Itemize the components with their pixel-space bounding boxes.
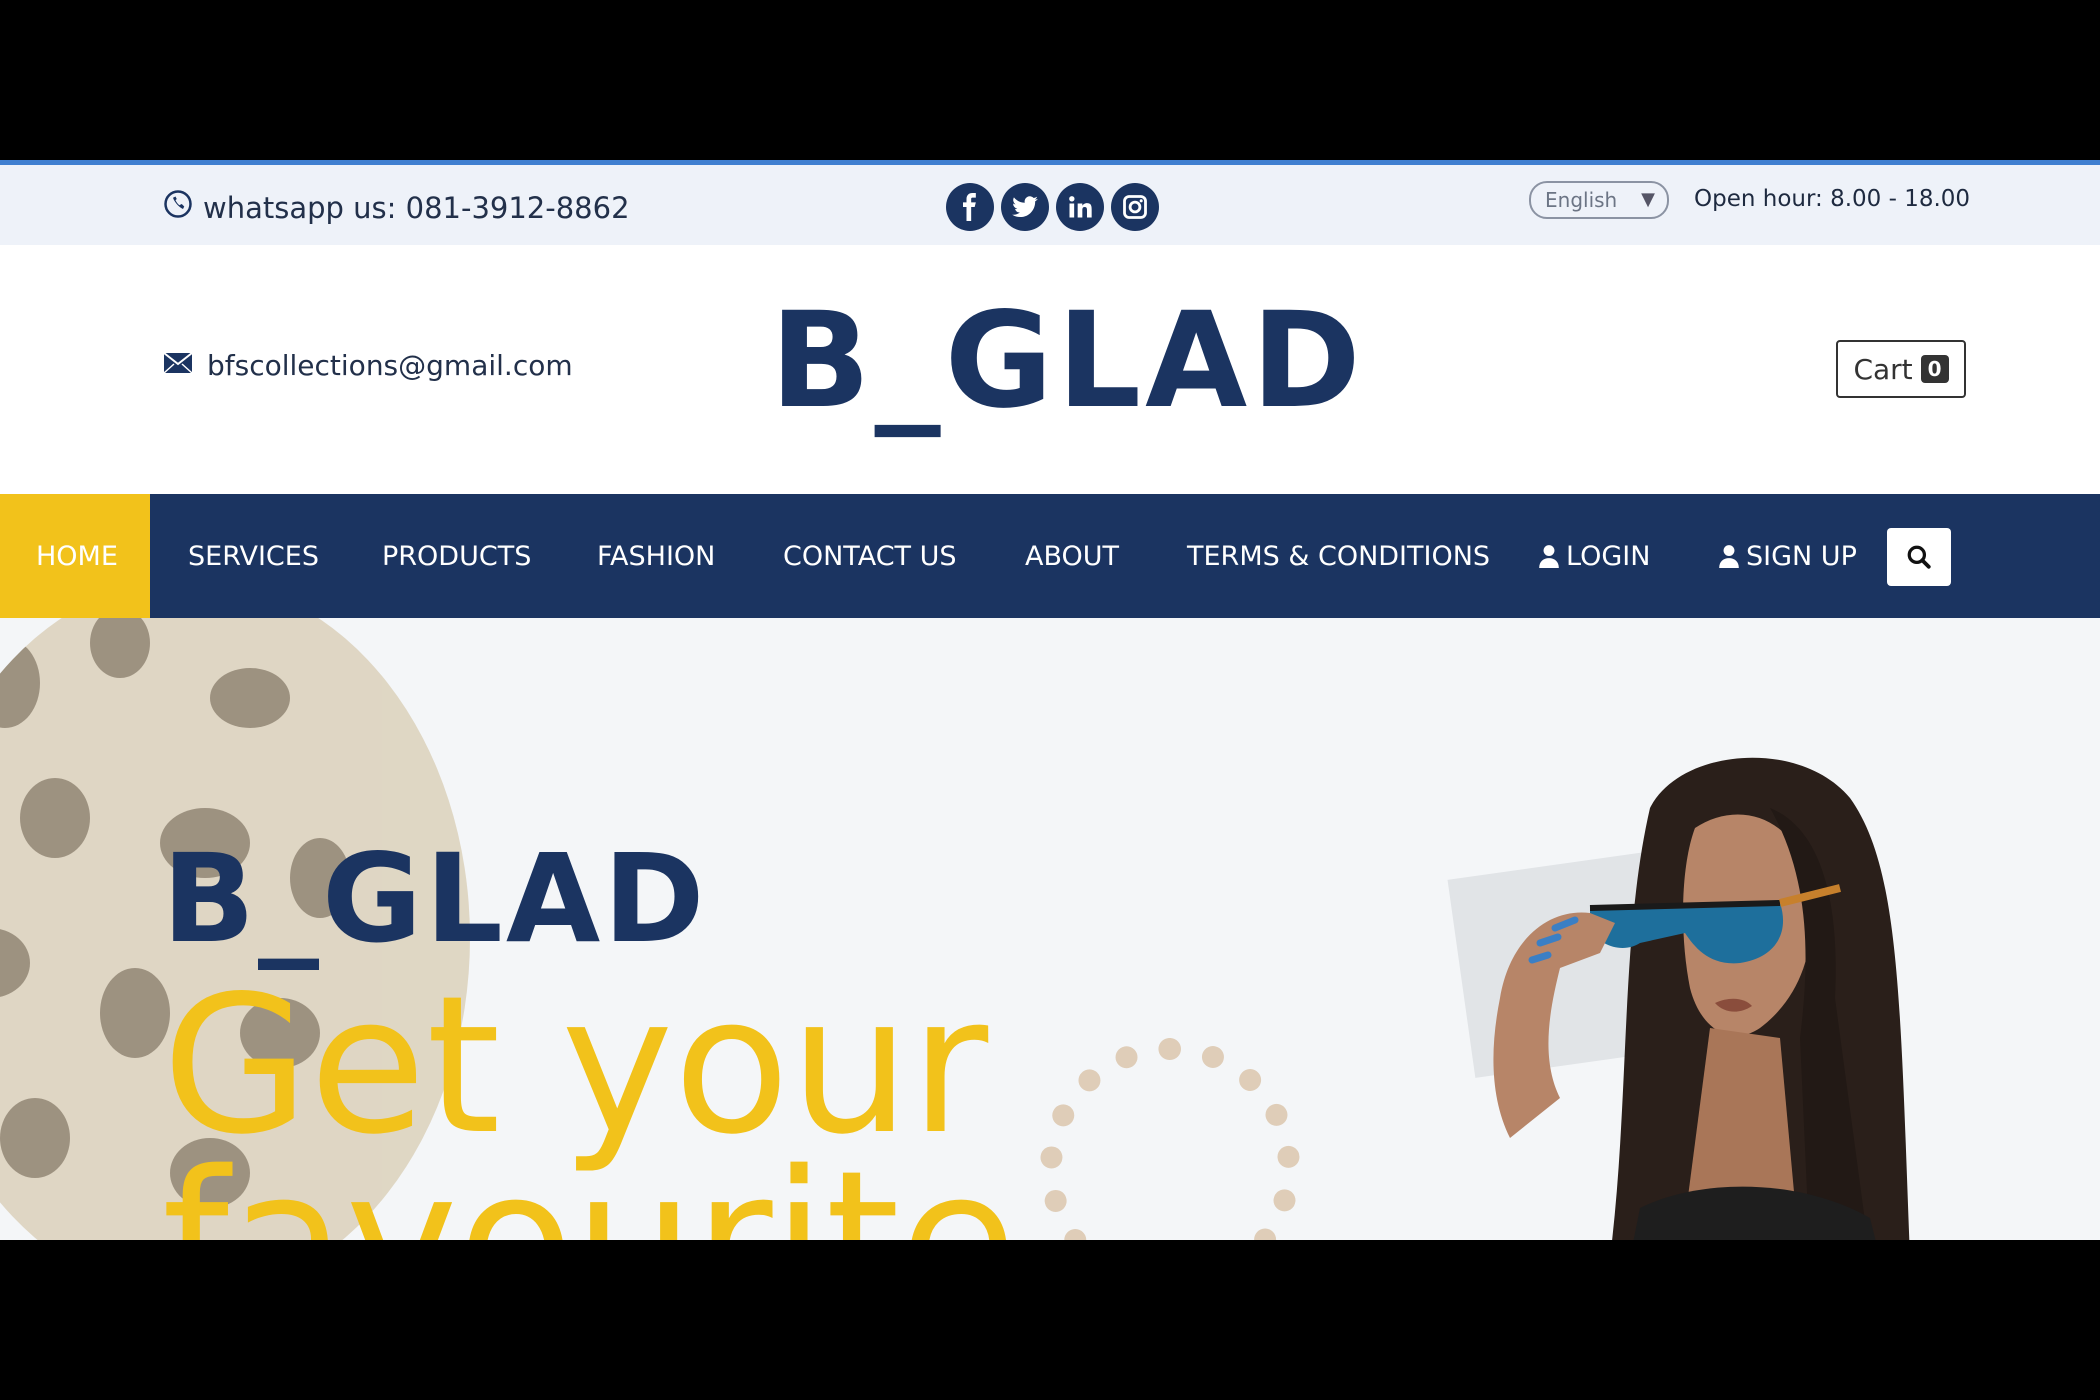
hero-headline: Get your favourite <box>162 955 1017 1241</box>
bead-bracelet-decoration <box>1040 1038 1300 1240</box>
cart-button[interactable]: Cart 0 <box>1836 340 1966 398</box>
search-button[interactable] <box>1887 528 1951 586</box>
nav-terms-conditions[interactable]: TERMS & CONDITIONS <box>1187 494 1490 618</box>
nav-about-label: ABOUT <box>1025 540 1120 572</box>
nav-contact-us-label: CONTACT US <box>783 540 957 572</box>
open-hours: Open hour: 8.00 - 18.00 <box>1694 186 1971 212</box>
nav-login-label: LOGIN <box>1566 540 1651 572</box>
model-with-sunglasses-image <box>1493 757 1910 1240</box>
nav-contact-us[interactable]: CONTACT US <box>783 494 957 618</box>
envelope-icon <box>163 349 193 382</box>
linkedin-icon[interactable] <box>1056 183 1104 231</box>
social-links <box>946 183 1159 231</box>
top-bar: whatsapp us: 081-3912-8862 English ▼ Ope… <box>0 160 2100 245</box>
cart-count-badge: 0 <box>1920 355 1949 383</box>
cart-label: Cart <box>1853 352 1913 386</box>
nav-sign-up[interactable]: SIGN UP <box>1718 494 1857 618</box>
nav-products[interactable]: PRODUCTS <box>382 494 531 618</box>
phone-icon <box>163 189 193 226</box>
letterbox-top <box>0 0 2100 160</box>
nav-about[interactable]: ABOUT <box>1025 494 1119 618</box>
search-icon <box>1907 545 1931 569</box>
facebook-icon[interactable] <box>946 183 994 231</box>
email-text: bfscollections@gmail.com <box>207 349 573 382</box>
language-select[interactable]: English ▼ <box>1529 181 1669 219</box>
hero-brand: B_GLAD <box>162 828 708 970</box>
nav-fashion[interactable]: FASHION <box>597 494 715 618</box>
web-page: whatsapp us: 081-3912-8862 English ▼ Ope… <box>0 160 2100 1240</box>
nav-products-label: PRODUCTS <box>382 540 532 572</box>
whatsapp-text: whatsapp us: 081-3912-8862 <box>203 190 630 225</box>
instagram-icon[interactable] <box>1111 183 1159 231</box>
nav-services[interactable]: SERVICES <box>188 494 319 618</box>
email-contact[interactable]: bfscollections@gmail.com <box>163 349 573 382</box>
site-header: bfscollections@gmail.com B_GLAD Cart 0 <box>0 245 2100 494</box>
user-icon <box>1539 545 1559 568</box>
letterbox-bottom <box>0 1240 2100 1400</box>
whatsapp-contact[interactable]: whatsapp us: 081-3912-8862 <box>163 189 630 226</box>
user-icon <box>1719 545 1739 568</box>
nav-home[interactable]: HOME <box>0 494 150 618</box>
nav-fashion-label: FASHION <box>597 540 716 572</box>
nav-terms-label: TERMS & CONDITIONS <box>1187 540 1491 572</box>
main-nav: HOME SERVICES PRODUCTS FASHION CONTACT U… <box>0 494 2100 618</box>
nav-services-label: SERVICES <box>188 540 319 572</box>
site-logo[interactable]: B_GLAD <box>770 295 1365 427</box>
nav-login[interactable]: LOGIN <box>1538 494 1650 618</box>
nav-home-label: HOME <box>36 540 118 572</box>
nav-sign-up-label: SIGN UP <box>1746 540 1857 572</box>
language-value: English <box>1545 188 1618 212</box>
chevron-down-icon: ▼ <box>1641 189 1655 210</box>
twitter-icon[interactable] <box>1001 183 1049 231</box>
hero-banner: B_GLAD Get your favourite <box>0 618 2100 1240</box>
